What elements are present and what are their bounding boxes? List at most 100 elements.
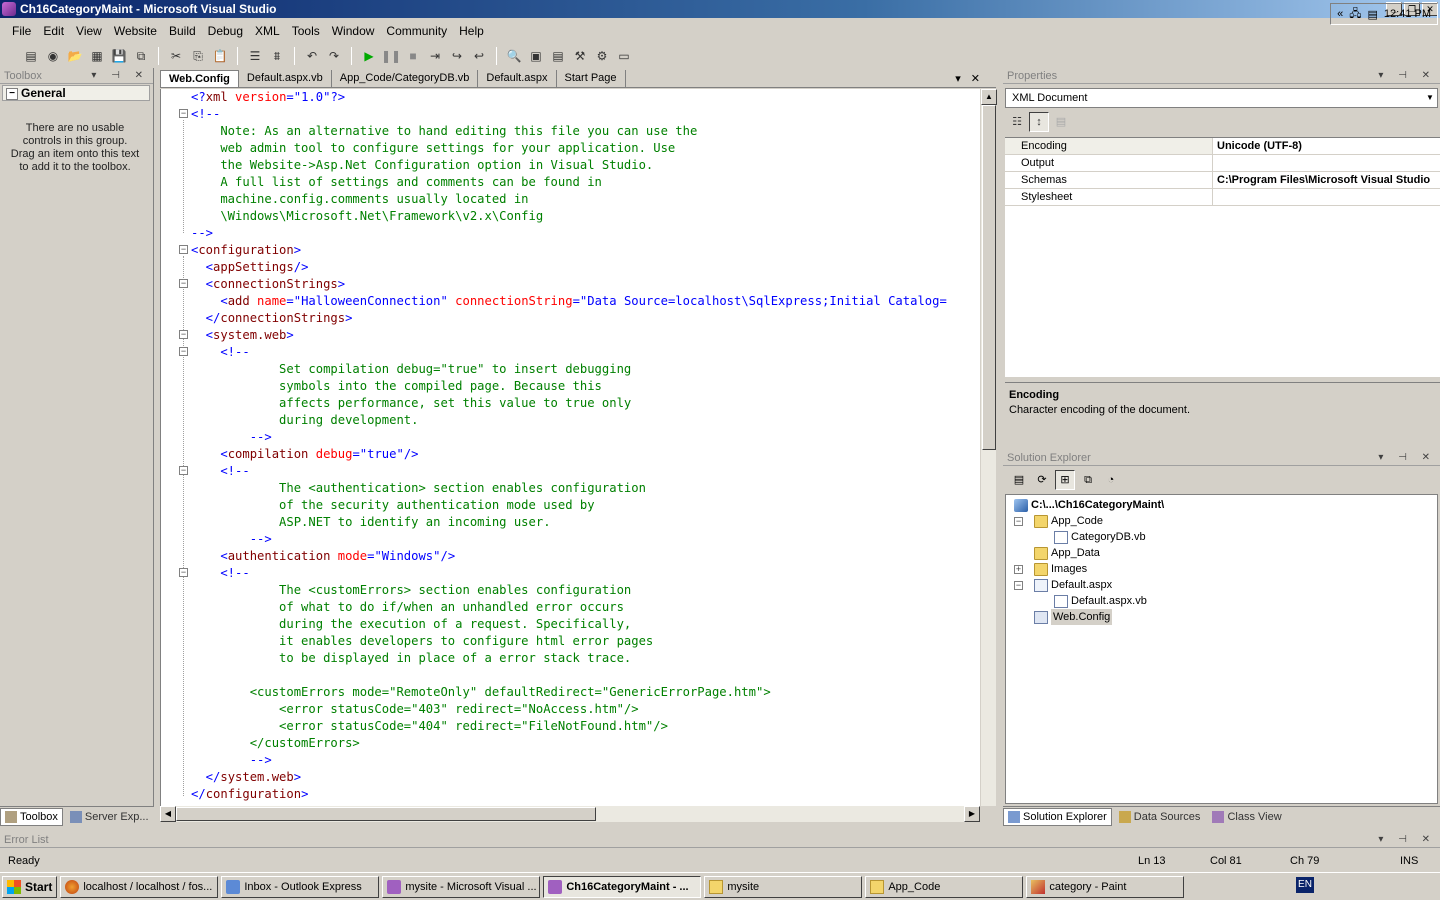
menu-view[interactable]: View: [70, 24, 108, 38]
property-row[interactable]: Output: [1005, 155, 1440, 172]
tree-node-app-code[interactable]: App_Code: [1034, 513, 1103, 529]
code-line[interactable]: -->: [191, 752, 947, 769]
menu-website[interactable]: Website: [108, 24, 163, 38]
code-line[interactable]: machine.config.comments usually located …: [191, 191, 947, 208]
code-line[interactable]: <authentication mode="Windows"/>: [191, 548, 947, 565]
error-list-header[interactable]: Error List ▾ ⊣ ✕: [0, 832, 1440, 848]
tree-node-default-aspx-vb[interactable]: Default.aspx.vb: [1054, 593, 1147, 609]
save-all-icon[interactable]: ⧉: [132, 47, 150, 65]
code-line[interactable]: The <authentication> section enables con…: [191, 480, 947, 497]
menu-community[interactable]: Community: [380, 24, 453, 38]
task-app-code-folder[interactable]: App_Code: [865, 875, 1024, 898]
menu-debug[interactable]: Debug: [202, 24, 249, 38]
volume-icon[interactable]: ▤: [1368, 8, 1378, 21]
task-outlook-express[interactable]: Inbox - Outlook Express: [221, 875, 380, 898]
code-line[interactable]: <configuration>: [191, 242, 947, 259]
property-row[interactable]: Schemas C:\Program Files\Microsoft Visua…: [1005, 172, 1440, 189]
code-line[interactable]: <?xml version="1.0"?>: [191, 89, 947, 106]
tree-node-images[interactable]: Images: [1034, 561, 1087, 577]
menu-build[interactable]: Build: [163, 24, 202, 38]
tree-node-categorydb[interactable]: CategoryDB.vb: [1054, 529, 1146, 545]
copy-icon[interactable]: ⎘: [189, 47, 207, 65]
tab-default-aspx-vb[interactable]: Default.aspx.vb: [239, 70, 332, 87]
collapse-icon[interactable]: −: [1014, 581, 1023, 590]
stop-icon[interactable]: ■: [404, 47, 422, 65]
tree-node-root[interactable]: C:\...\Ch16CategoryMaint\: [1014, 497, 1164, 513]
solution-explorer-icon[interactable]: ▣: [527, 47, 545, 65]
tab-categorydb-vb[interactable]: App_Code/CategoryDB.vb: [332, 70, 479, 87]
menu-file[interactable]: File: [6, 24, 37, 38]
object-browser-icon[interactable]: ⚙: [593, 47, 611, 65]
code-line[interactable]: the Website->Asp.Net Configuration optio…: [191, 157, 947, 174]
network-icon[interactable]: 🖧: [1349, 5, 1361, 24]
collapse-icon[interactable]: −: [179, 568, 188, 577]
toolbox-group-general[interactable]: General: [2, 85, 150, 101]
editor-horizontal-scrollbar[interactable]: ◀ ▶: [160, 806, 980, 822]
code-line[interactable]: </configuration>: [191, 786, 947, 803]
language-indicator[interactable]: EN: [1296, 877, 1314, 893]
code-line[interactable]: -->: [191, 225, 947, 242]
menu-help[interactable]: Help: [453, 24, 490, 38]
code-line[interactable]: <appSettings/>: [191, 259, 947, 276]
chevron-down-icon[interactable]: ▼: [1423, 89, 1437, 107]
tree-node-app-data[interactable]: App_Data: [1034, 545, 1100, 561]
code-line[interactable]: of what to do if/when an unhandled error…: [191, 599, 947, 616]
undo-icon[interactable]: ↶: [303, 47, 321, 65]
scroll-thumb[interactable]: [982, 105, 996, 450]
code-line[interactable]: <!--: [191, 106, 947, 123]
code-line[interactable]: to be displayed in place of a error stac…: [191, 650, 947, 667]
code-line[interactable]: -->: [191, 531, 947, 548]
code-line[interactable]: [191, 667, 947, 684]
refresh-icon[interactable]: ⟳: [1032, 470, 1052, 490]
expand-icon[interactable]: +: [1014, 565, 1023, 574]
code-line[interactable]: Set compilation debug="true" to insert d…: [191, 361, 947, 378]
code-line[interactable]: </connectionStrings>: [191, 310, 947, 327]
comment-icon[interactable]: ⩩: [268, 47, 286, 65]
tab-server-explorer[interactable]: Server Exp...: [65, 808, 154, 826]
document-window-controls[interactable]: ▾✕: [955, 72, 990, 85]
code-line[interactable]: during development.: [191, 412, 947, 429]
code-line[interactable]: -->: [191, 429, 947, 446]
code-line[interactable]: <!--: [191, 463, 947, 480]
find-icon[interactable]: 🔍: [505, 47, 523, 65]
task-firefox[interactable]: localhost / localhost / fos...: [60, 875, 219, 898]
code-line[interactable]: web admin tool to configure settings for…: [191, 140, 947, 157]
code-line[interactable]: </customErrors>: [191, 735, 947, 752]
code-line[interactable]: A full list of settings and comments can…: [191, 174, 947, 191]
code-line[interactable]: affects performance, set this value to t…: [191, 395, 947, 412]
step-into-icon[interactable]: ⇥: [426, 47, 444, 65]
tab-start-page[interactable]: Start Page: [557, 70, 626, 87]
property-row[interactable]: Encoding Unicode (UTF-8): [1005, 138, 1440, 155]
properties-icon[interactable]: ▤: [549, 47, 567, 65]
tab-default-aspx[interactable]: Default.aspx: [478, 70, 557, 87]
tab-data-sources[interactable]: Data Sources: [1114, 808, 1206, 826]
paste-icon[interactable]: 📋: [211, 47, 229, 65]
task-ch16categorymaint[interactable]: Ch16CategoryMaint - ...: [543, 875, 702, 898]
copy-website-icon[interactable]: ⧉: [1078, 470, 1098, 490]
menu-edit[interactable]: Edit: [37, 24, 70, 38]
menu-xml[interactable]: XML: [249, 24, 286, 38]
new-project-icon[interactable]: ▤: [22, 47, 40, 65]
task-mysite-vs[interactable]: mysite - Microsoft Visual ...: [382, 875, 541, 898]
categorized-icon[interactable]: ☷: [1007, 112, 1027, 132]
tab-toolbox[interactable]: Toolbox: [0, 807, 63, 826]
property-row[interactable]: Stylesheet: [1005, 189, 1440, 206]
collapse-icon[interactable]: −: [179, 109, 188, 118]
code-line[interactable]: <customErrors mode="RemoteOnly" defaultR…: [191, 684, 947, 701]
code-line[interactable]: <!--: [191, 344, 947, 361]
step-over-icon[interactable]: ↪: [448, 47, 466, 65]
scroll-right-icon[interactable]: ▶: [964, 806, 980, 822]
open-file-icon[interactable]: 📂: [66, 47, 84, 65]
pause-icon[interactable]: ❚❚: [381, 47, 401, 65]
object-selector[interactable]: XML Document ▼: [1005, 88, 1438, 108]
code-line[interactable]: <add name="HalloweenConnection" connecti…: [191, 293, 946, 310]
collapse-icon[interactable]: −: [179, 279, 188, 288]
collapse-icon[interactable]: −: [1014, 517, 1023, 526]
collapse-icon[interactable]: −: [179, 466, 188, 475]
alphabetical-icon[interactable]: ↕: [1029, 112, 1049, 132]
toolbox-icon[interactable]: ⚒: [571, 47, 589, 65]
collapse-icon[interactable]: −: [179, 245, 188, 254]
menu-window[interactable]: Window: [326, 24, 381, 38]
code-line[interactable]: <compilation debug="true"/>: [191, 446, 947, 463]
code-line[interactable]: <system.web>: [191, 327, 947, 344]
